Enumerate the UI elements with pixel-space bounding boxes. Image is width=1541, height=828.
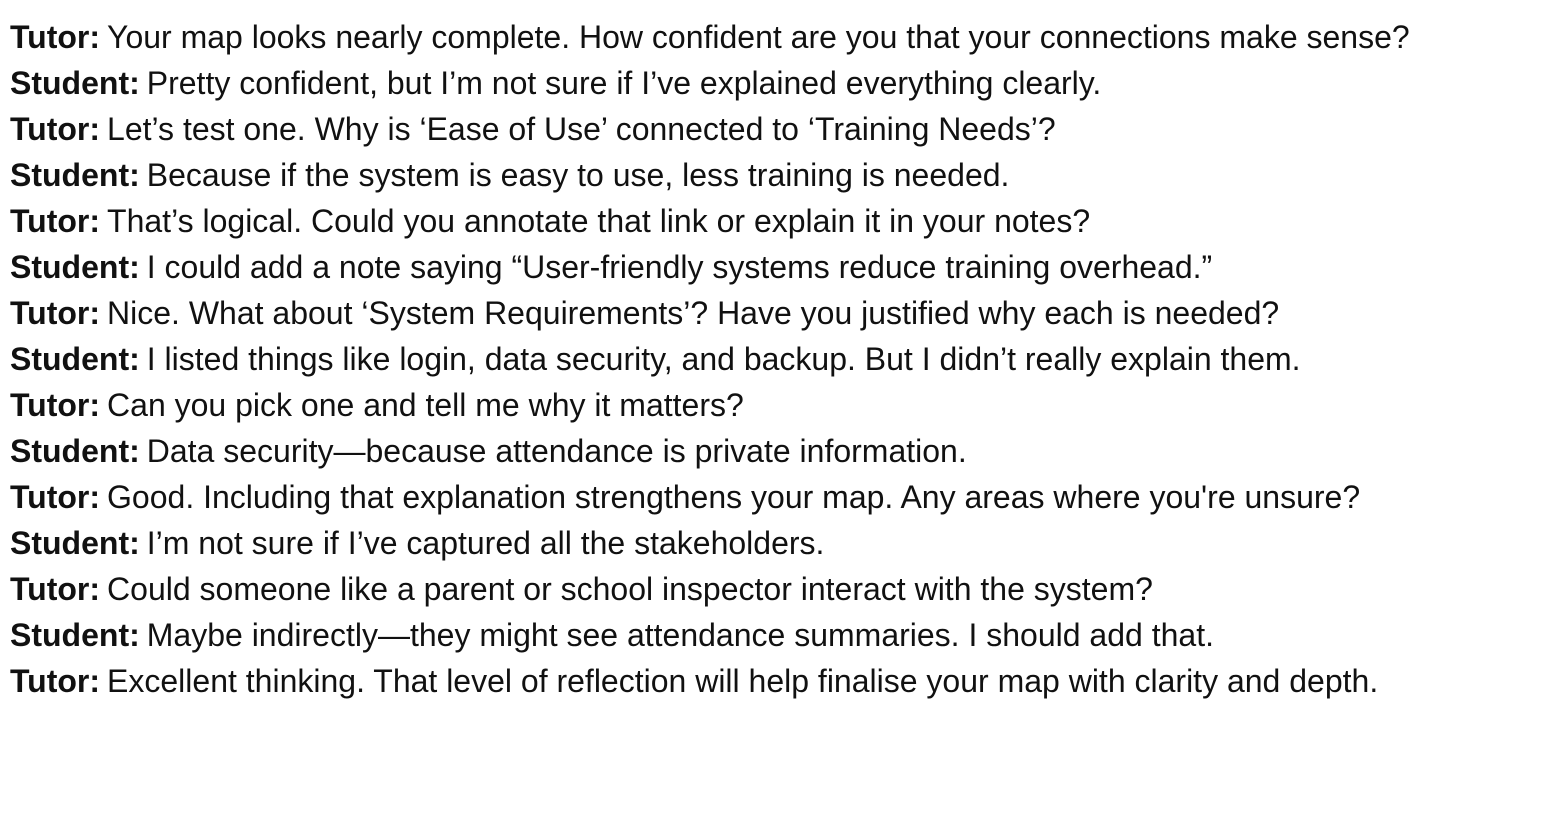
- speech-text: Nice. What about ‘System Requirements’? …: [107, 295, 1280, 331]
- dialogue-line-student: Student: I’m not sure if I’ve captured al…: [10, 520, 1535, 566]
- dialogue-line-tutor: Tutor: Can you pick one and tell me why i…: [10, 382, 1535, 428]
- dialogue-line-tutor: Tutor: Good. Including that explanation s…: [10, 474, 1535, 520]
- speech-text: I’m not sure if I’ve captured all the st…: [146, 525, 825, 561]
- speaker-label: Tutor:: [10, 571, 101, 607]
- speaker-label: Student:: [10, 65, 140, 101]
- speaker-label: Tutor:: [10, 295, 101, 331]
- speaker-label: Student:: [10, 157, 140, 193]
- speaker-label: Student:: [10, 433, 140, 469]
- dialogue-line-tutor: Tutor: Your map looks nearly complete. Ho…: [10, 14, 1535, 60]
- speech-text: That’s logical. Could you annotate that …: [107, 203, 1091, 239]
- speaker-label: Student:: [10, 525, 140, 561]
- speaker-label: Tutor:: [10, 19, 101, 55]
- speaker-label: Student:: [10, 249, 140, 285]
- speaker-label: Tutor:: [10, 387, 101, 423]
- speaker-label: Tutor:: [10, 479, 101, 515]
- dialogue-line-student: Student: I could add a note saying “User-…: [10, 244, 1535, 290]
- dialogue-line-tutor: Tutor: That’s logical. Could you annotate…: [10, 198, 1535, 244]
- speaker-label: Tutor:: [10, 111, 101, 147]
- speech-text: Pretty confident, but I’m not sure if I’…: [146, 65, 1102, 101]
- speech-text: Could someone like a parent or school in…: [107, 571, 1153, 607]
- speech-text: Because if the system is easy to use, le…: [146, 157, 1010, 193]
- dialogue-line-tutor: Tutor: Could someone like a parent or sch…: [10, 566, 1535, 612]
- speech-text: Good. Including that explanation strengt…: [107, 479, 1361, 515]
- speech-text: Can you pick one and tell me why it matt…: [107, 387, 744, 423]
- dialogue-transcript: Tutor: Your map looks nearly complete. Ho…: [10, 14, 1535, 704]
- dialogue-line-student: Student: Maybe indirectly—they might see …: [10, 612, 1535, 658]
- speech-text: Maybe indirectly—they might see attendan…: [146, 617, 1214, 653]
- dialogue-line-student: Student: Pretty confident, but I’m not su…: [10, 60, 1535, 106]
- dialogue-line-student: Student: Data security—because attendance…: [10, 428, 1535, 474]
- dialogue-line-student: Student: I listed things like login, data…: [10, 336, 1535, 382]
- speech-text: I listed things like login, data securit…: [146, 341, 1301, 377]
- dialogue-line-tutor: Tutor: Excellent thinking. That level of …: [10, 658, 1535, 704]
- speech-text: Your map looks nearly complete. How conf…: [107, 19, 1410, 55]
- speaker-label: Student:: [10, 617, 140, 653]
- speaker-label: Student:: [10, 341, 140, 377]
- speech-text: Let’s test one. Why is ‘Ease of Use’ con…: [107, 111, 1056, 147]
- dialogue-line-tutor: Tutor: Let’s test one. Why is ‘Ease of Us…: [10, 106, 1535, 152]
- dialogue-line-student: Student: Because if the system is easy to…: [10, 152, 1535, 198]
- speech-text: I could add a note saying “User-friendly…: [146, 249, 1213, 285]
- speaker-label: Tutor:: [10, 663, 101, 699]
- speech-text: Data security—because attendance is priv…: [146, 433, 967, 469]
- dialogue-line-tutor: Tutor: Nice. What about ‘System Requireme…: [10, 290, 1535, 336]
- speech-text: Excellent thinking. That level of reflec…: [107, 663, 1379, 699]
- speaker-label: Tutor:: [10, 203, 101, 239]
